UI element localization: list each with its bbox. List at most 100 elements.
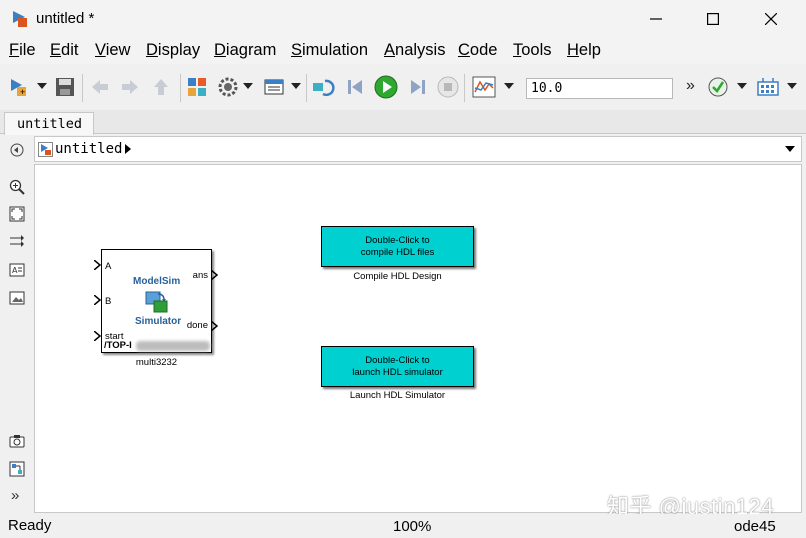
- stop-time-input[interactable]: [526, 78, 673, 99]
- left-palette: A »: [0, 135, 34, 513]
- menu-file[interactable]: File: [9, 41, 36, 60]
- minimize-button[interactable]: [627, 0, 685, 38]
- menu-simulation[interactable]: Simulation: [291, 41, 368, 60]
- step-forward-button[interactable]: [405, 75, 429, 99]
- hdl-instance-label: /TOP-I: [104, 340, 132, 351]
- toolbar-overflow-icon[interactable]: »: [686, 77, 695, 95]
- model-advisor-button[interactable]: [706, 75, 730, 99]
- svg-text:A: A: [12, 266, 18, 275]
- port-start-arrow-icon: [94, 331, 102, 341]
- up-button[interactable]: [149, 75, 173, 99]
- new-model-icon: +: [11, 79, 26, 97]
- settings-dropdown-icon[interactable]: [243, 83, 253, 91]
- port-label-b: B: [105, 296, 112, 307]
- breadcrumb-arrow-icon: [125, 144, 131, 154]
- step-back-button[interactable]: [344, 75, 368, 99]
- up-arrow-icon: [154, 79, 168, 95]
- simulator-title: Simulator: [135, 316, 182, 327]
- refresh-icon: [313, 79, 335, 97]
- data-inspector-icon: [472, 76, 496, 98]
- menu-diagram[interactable]: Diagram: [214, 41, 276, 60]
- solver-label[interactable]: ode45: [734, 518, 776, 535]
- annotation-icon: A: [9, 263, 25, 277]
- save-icon: [56, 78, 74, 96]
- port-done-arrow-icon: [211, 321, 219, 331]
- model-canvas[interactable]: A B start ans done ModelSim Simulator /T…: [34, 164, 802, 519]
- step-forward-icon: [411, 80, 425, 94]
- compile-block-name[interactable]: Compile HDL Design: [321, 271, 474, 282]
- status-text: Ready: [8, 517, 52, 534]
- step-back-icon: [348, 80, 362, 94]
- menu-edit[interactable]: Edit: [50, 41, 78, 60]
- new-model-button[interactable]: +: [7, 75, 31, 99]
- hide-browser-button[interactable]: [8, 141, 26, 159]
- port-a-arrow-icon: [94, 260, 102, 270]
- palette-expand-icon[interactable]: »: [11, 487, 19, 504]
- signal-arrow-button[interactable]: [8, 232, 26, 250]
- status-bar: Ready 100% ode45: [0, 514, 806, 538]
- close-button[interactable]: [742, 0, 800, 38]
- annotation-button[interactable]: A: [8, 261, 26, 279]
- stop-icon: [437, 76, 459, 98]
- model-browser-icon: [9, 461, 25, 477]
- menu-view[interactable]: View: [95, 41, 130, 60]
- simulink-app-icon: [13, 11, 27, 27]
- back-button[interactable]: [88, 75, 112, 99]
- back-circle-icon: [10, 143, 24, 157]
- launch-block-name[interactable]: Launch HDL Simulator: [321, 390, 474, 401]
- camera-icon: [9, 435, 25, 448]
- compile-hdl-block[interactable]: Double-Click to compile HDL files: [321, 226, 474, 267]
- model-settings-button[interactable]: [216, 75, 240, 99]
- tab-untitled[interactable]: untitled: [4, 112, 94, 135]
- build-dropdown-icon[interactable]: [787, 83, 797, 91]
- image-button[interactable]: [8, 289, 26, 307]
- maximize-button[interactable]: [684, 0, 742, 38]
- maximize-icon: [707, 13, 719, 25]
- data-inspector-button[interactable]: [472, 75, 496, 99]
- build-button[interactable]: [756, 75, 780, 99]
- redacted-instance-path: [136, 341, 210, 351]
- model-explorer-button[interactable]: [262, 75, 286, 99]
- gear-icon: [218, 77, 238, 97]
- title-bar: untitled *: [0, 0, 806, 38]
- screenshot-button[interactable]: [8, 432, 26, 450]
- menu-code[interactable]: Code: [458, 41, 497, 60]
- save-button[interactable]: [53, 75, 77, 99]
- inspector-dropdown-icon[interactable]: [504, 83, 514, 91]
- library-browser-button[interactable]: [185, 75, 209, 99]
- breadcrumb-dropdown-icon[interactable]: [785, 146, 795, 152]
- breadcrumb: untitled: [34, 136, 802, 162]
- explorer-dropdown-icon[interactable]: [291, 83, 301, 91]
- menu-bar: File Edit View Display Diagram Simulatio…: [0, 38, 806, 64]
- new-model-dropdown-icon[interactable]: [37, 83, 47, 91]
- toolbar-separator: [82, 74, 83, 102]
- simulink-window: untitled * File Edit View Display Diagra…: [0, 0, 806, 538]
- library-browser-icon: [188, 78, 206, 96]
- compile-block-text-2: compile HDL files: [360, 247, 435, 258]
- launch-hdl-block[interactable]: Double-Click to launch HDL simulator: [321, 346, 474, 387]
- stop-button[interactable]: [436, 75, 460, 99]
- launch-block-text-2: launch HDL simulator: [352, 367, 443, 378]
- advisor-dropdown-icon[interactable]: [737, 83, 747, 91]
- model-tab-bar: untitled: [0, 110, 806, 135]
- breadcrumb-model-name[interactable]: untitled: [55, 141, 122, 157]
- zoom-button[interactable]: [8, 178, 26, 196]
- run-button[interactable]: [374, 75, 398, 99]
- update-diagram-button[interactable]: [312, 75, 336, 99]
- menu-display[interactable]: Display: [146, 41, 200, 60]
- launch-block-text-1: Double-Click to: [365, 355, 430, 366]
- fit-to-view-button[interactable]: [8, 205, 26, 223]
- modelsim-cosim-block[interactable]: A B start ans done ModelSim Simulator /T…: [94, 249, 219, 353]
- menu-help[interactable]: Help: [567, 41, 601, 60]
- forward-button[interactable]: [118, 75, 142, 99]
- modelsim-block-name[interactable]: multi3232: [101, 357, 212, 368]
- build-icon: [757, 78, 779, 96]
- model-browser-button[interactable]: [8, 460, 26, 478]
- toolbar-separator: [464, 74, 465, 102]
- run-icon: [374, 75, 398, 99]
- modelsim-title: ModelSim: [133, 276, 181, 287]
- menu-tools[interactable]: Tools: [513, 41, 552, 60]
- toolbar-separator: [306, 74, 307, 102]
- modelsim-logo-icon: [145, 291, 168, 313]
- menu-analysis[interactable]: Analysis: [384, 41, 445, 60]
